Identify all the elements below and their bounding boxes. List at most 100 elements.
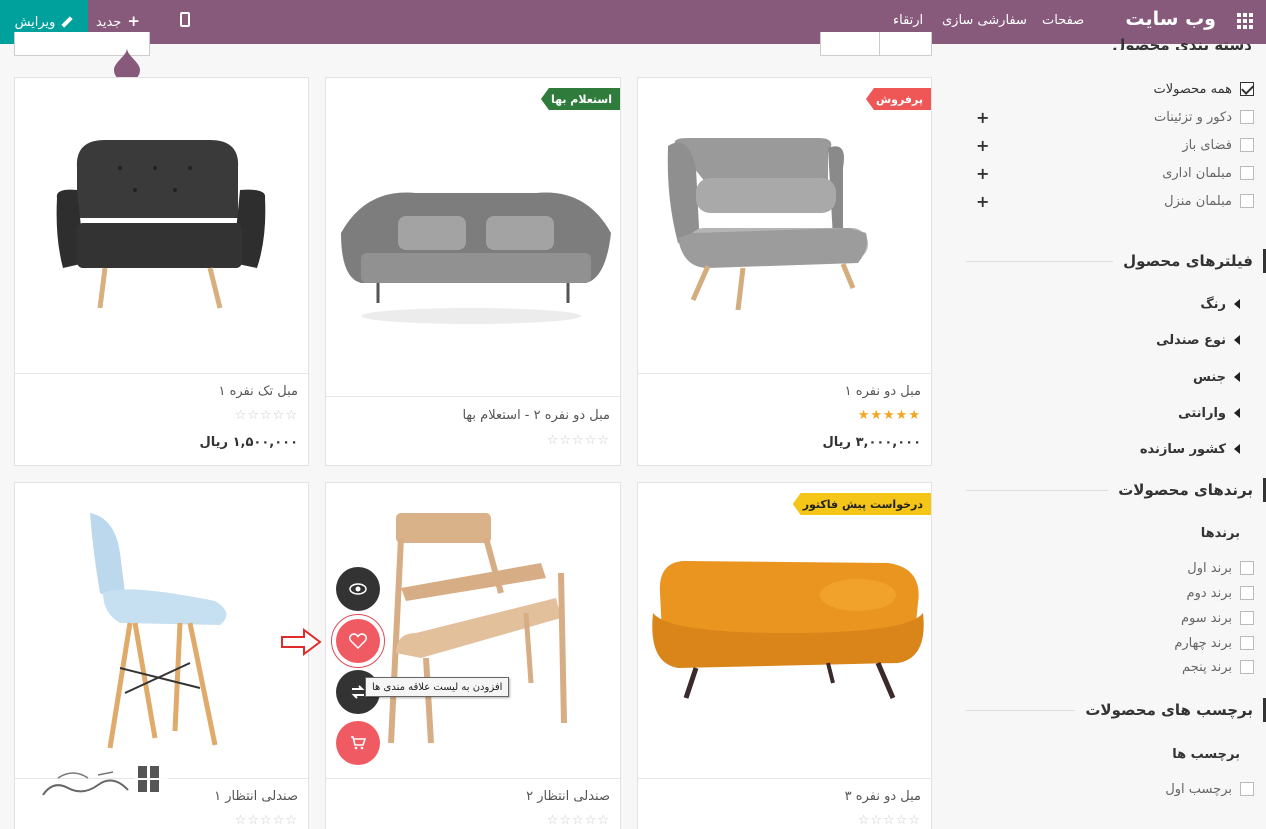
filter-material[interactable]: جنس (1193, 367, 1240, 387)
filter-color[interactable]: رنگ (1200, 294, 1240, 314)
product-card[interactable]: استعلام بها مبل دو نفره ۲ - استعلام بها … (325, 77, 621, 466)
view-toggle[interactable] (820, 32, 932, 56)
card-divider (326, 396, 620, 397)
tag-item[interactable]: برچسب اول (974, 779, 1254, 799)
brand-item[interactable]: برند اول (974, 558, 1254, 578)
category-home[interactable]: مبلمان منزل + (974, 191, 1254, 211)
category-all[interactable]: همه محصولات (974, 79, 1254, 99)
wishlist-tooltip: افزودن به لیست علاقه مندی ها (365, 677, 510, 697)
rating-stars-icon: ☆☆☆☆☆ (234, 408, 298, 423)
product-card[interactable]: مبل تک نفره ۱ ☆☆☆☆☆ ۱,۵۰۰,۰۰۰ ریال (14, 77, 309, 466)
expand-plus-icon[interactable]: + (976, 136, 989, 155)
category-label: فضای باز (1182, 137, 1232, 153)
product-image[interactable] (15, 483, 308, 778)
new-button[interactable]: + جدید (96, 12, 140, 30)
card-divider (638, 778, 931, 779)
filter-chair-type[interactable]: نوع صندلی (1156, 330, 1240, 350)
checkbox-icon[interactable] (1240, 166, 1254, 180)
categories-title: دسته بندی محصول (1112, 36, 1252, 50)
ribbon-bestseller: پرفروش (865, 88, 931, 110)
apps-grid-icon[interactable] (1237, 13, 1253, 29)
checkbox-icon[interactable] (1240, 138, 1254, 152)
brands-heading: برندهای محصولات (966, 475, 1266, 505)
product-price: ۱,۵۰۰,۰۰۰ ریال (199, 435, 298, 450)
top-bar: وب سایت صفحات سفارشی سازی ارتقاء + جدید و… (0, 0, 1266, 44)
mobile-preview-icon[interactable] (180, 12, 190, 27)
rating-stars-icon: ★★★★★ (857, 408, 921, 423)
brand-label: برند دوم (1186, 585, 1232, 601)
product-price: ۳,۰۰۰,۰۰۰ ریال (822, 435, 921, 450)
category-label: دکور و تزئینات (1154, 109, 1232, 125)
caret-left-icon (1234, 299, 1240, 309)
expand-plus-icon[interactable]: + (976, 164, 989, 183)
plus-icon: + (127, 12, 140, 30)
expand-plus-icon[interactable]: + (976, 108, 989, 127)
product-name[interactable]: مبل دو نفره ۳ (845, 789, 921, 804)
filter-label: رنگ (1200, 296, 1226, 312)
product-name[interactable]: مبل دو نفره ۱ (845, 384, 921, 399)
tags-title: برچسب های محصولات (1085, 701, 1253, 719)
filter-warranty[interactable]: وارانتی (1178, 403, 1240, 423)
filter-country[interactable]: کشور سازنده (1140, 439, 1240, 459)
product-image[interactable] (326, 78, 620, 396)
tags-subheading: برچسب ها (1172, 747, 1240, 762)
heading-line (966, 489, 1109, 491)
ribbon-quote-request: درخواست پیش فاکتور (792, 493, 931, 515)
filter-label: وارانتی (1178, 405, 1226, 421)
product-name[interactable]: صندلی انتظار ۲ (526, 789, 610, 804)
category-decor[interactable]: دکور و تزئینات + (974, 107, 1254, 127)
nav-pages[interactable]: صفحات (1042, 13, 1084, 28)
product-name[interactable]: مبل تک نفره ۱ (218, 384, 298, 399)
checkbox-icon[interactable] (1240, 611, 1254, 625)
add-to-wishlist-button[interactable] (336, 619, 380, 663)
tag-label: برچسب اول (1165, 781, 1232, 797)
site-title[interactable]: وب سایت (1125, 8, 1216, 30)
new-button-label: جدید (96, 15, 122, 30)
caret-left-icon (1234, 408, 1240, 418)
filter-label: نوع صندلی (1156, 332, 1226, 348)
product-image[interactable] (15, 78, 308, 373)
checkbox-icon[interactable] (1240, 660, 1254, 674)
heading-line (966, 709, 1076, 711)
filter-label: جنس (1192, 369, 1226, 385)
category-office[interactable]: مبلمان اداری + (974, 163, 1254, 183)
caret-left-icon (1234, 335, 1240, 345)
brand-item[interactable]: برند دوم (974, 583, 1254, 603)
brand-item[interactable]: برند سوم (974, 608, 1254, 628)
edit-button-label: ویرایش (14, 14, 56, 30)
brand-label: برند سوم (1180, 610, 1232, 626)
checkbox-icon[interactable] (1240, 194, 1254, 208)
checkbox-icon[interactable] (1240, 110, 1254, 124)
brand-label: برند اول (1187, 560, 1232, 576)
quick-view-button[interactable] (336, 567, 380, 611)
watermark-logo (42, 762, 168, 802)
nav-customize[interactable]: سفارشی سازی (942, 13, 1027, 28)
product-image[interactable] (638, 483, 931, 778)
heading-line (966, 260, 1114, 262)
product-card[interactable]: درخواست پیش فاکتور مبل دو نفره ۳ ☆☆☆☆☆ (637, 482, 932, 829)
brands-subheading: برندها (1200, 526, 1240, 541)
expand-plus-icon[interactable]: + (976, 192, 989, 211)
rating-stars-icon: ☆☆☆☆☆ (546, 813, 610, 828)
brand-item[interactable]: برند چهارم (974, 633, 1254, 653)
add-to-cart-button[interactable] (336, 721, 380, 765)
category-label: همه محصولات (1153, 81, 1232, 97)
checkbox-icon[interactable] (1240, 561, 1254, 575)
card-divider (326, 778, 620, 779)
product-image[interactable] (638, 78, 931, 373)
compare-icon (351, 685, 365, 699)
brand-item[interactable]: برند پنجم (974, 657, 1254, 677)
product-card[interactable]: پرفروش مبل دو نفره ۱ ★★★★★ ۳,۰۰۰,۰۰۰ ریا… (637, 77, 932, 466)
brand-label: برند چهارم (1174, 635, 1232, 651)
eye-icon (349, 583, 367, 595)
checkbox-checked-icon[interactable] (1240, 82, 1254, 96)
cart-icon (351, 736, 366, 750)
brand-label: برند پنجم (1182, 659, 1232, 675)
product-name[interactable]: صندلی انتظار ۱ (214, 789, 298, 804)
product-name[interactable]: مبل دو نفره ۲ - استعلام بها (462, 408, 610, 423)
category-outdoor[interactable]: فضای باز + (974, 135, 1254, 155)
checkbox-icon[interactable] (1240, 782, 1254, 796)
checkbox-icon[interactable] (1240, 636, 1254, 650)
nav-upgrade[interactable]: ارتقاء (893, 13, 923, 28)
checkbox-icon[interactable] (1240, 586, 1254, 600)
